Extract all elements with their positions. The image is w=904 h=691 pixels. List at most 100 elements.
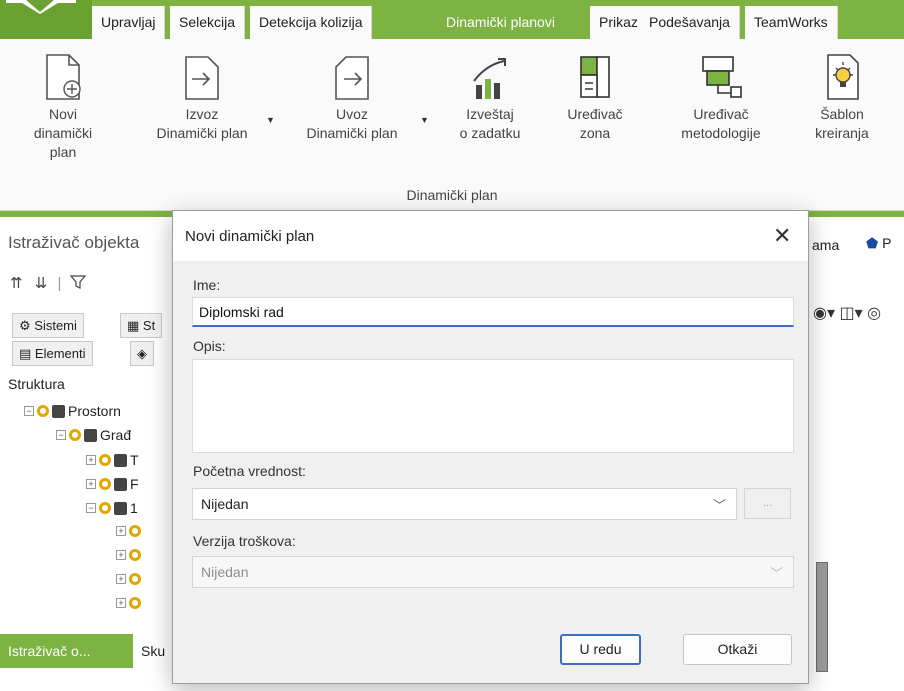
status-ring-icon — [37, 405, 49, 417]
filter-icon[interactable] — [69, 274, 86, 290]
import-plan-label: Uvoz Dinamički plan — [306, 106, 398, 141]
report-chart-icon — [473, 58, 506, 99]
status-ring-icon — [99, 478, 111, 490]
initial-value-label: Početna vrednost: — [193, 463, 306, 479]
zone-editor-button[interactable]: Uređivač zona — [554, 49, 636, 143]
zone-editor-label: Uređivač zona — [567, 106, 623, 141]
browse-button[interactable]: ... — [744, 488, 791, 519]
status-ring-icon — [129, 597, 141, 609]
chevron-down-icon: ﹀ — [712, 498, 726, 513]
task-report-button[interactable]: Izveštaj o zadatku — [447, 49, 533, 143]
tree-node[interactable]: + — [116, 573, 141, 585]
export-dropdown-icon[interactable]: ▼ — [266, 111, 275, 130]
status-ring-icon — [69, 429, 81, 441]
building-icon — [84, 428, 97, 442]
methodology-editor-button[interactable]: Uređivač metodologije — [666, 49, 776, 143]
app-logo-icon — [6, 0, 76, 14]
task-report-label: Izveštaj o zadatku — [459, 106, 521, 141]
tab-upravljaj[interactable]: Upravljaj — [92, 6, 166, 39]
explorer-tab-st[interactable]: ▦ St — [120, 313, 163, 338]
tab-selekcija[interactable]: Selekcija — [170, 6, 246, 39]
house-icon: ⬟ — [866, 235, 879, 251]
new-dynamic-plan-dialog: Novi dinamički plan ✕ Ime: Opis: Početna… — [172, 210, 809, 684]
expand-icon[interactable]: + — [86, 479, 96, 489]
methodology-editor-label: Uređivač metodologije — [681, 106, 761, 141]
expand-all-icon[interactable]: ⇈ — [10, 275, 23, 292]
import-icon — [335, 56, 369, 100]
name-field[interactable] — [192, 297, 794, 327]
tree-node[interactable]: − Građ — [56, 427, 131, 443]
creation-template-button[interactable]: Šablon kreiranja — [802, 49, 882, 143]
import-plan-button[interactable]: Uvoz Dinamički plan ▼ — [284, 49, 429, 143]
view-cube-icon[interactable]: ◉▾ — [813, 305, 835, 322]
explorer-toolbar: ⇈ ⇊ | — [10, 274, 86, 292]
cost-version-select[interactable]: Nijedan ﹀ — [192, 556, 794, 588]
structure-icon: ▦ — [127, 318, 140, 333]
export-plan-button[interactable]: Izvoz Dinamički plan ▼ — [132, 49, 275, 143]
expand-icon[interactable]: + — [116, 574, 126, 584]
dialog-titlebar: Novi dinamički plan ✕ — [173, 211, 808, 261]
tree-node[interactable]: + F — [86, 476, 139, 492]
status-ring-icon — [99, 502, 111, 514]
template-bulb-icon — [827, 54, 859, 100]
level-icon — [114, 453, 127, 467]
tab-teamworks[interactable]: TeamWorks — [745, 6, 838, 39]
tab-podesavanja[interactable]: Podešavanja — [640, 6, 740, 39]
right-tab-ama[interactable]: ama — [812, 237, 839, 253]
cost-version-label: Verzija troškova: — [193, 533, 296, 549]
initial-value-select[interactable]: Nijedan ﹀ — [192, 488, 737, 520]
tree-node[interactable]: + — [116, 525, 141, 537]
tree-node[interactable]: − 1 — [86, 500, 138, 516]
expand-icon[interactable]: + — [116, 598, 126, 608]
tree-node[interactable]: + — [116, 549, 141, 561]
orbit-icon[interactable]: ◎ — [867, 305, 881, 322]
tab-detekcija-kolizija[interactable]: Detekcija kolizija — [250, 6, 373, 39]
ok-button[interactable]: U redu — [560, 634, 641, 665]
collapse-all-icon[interactable]: ⇊ — [35, 275, 48, 292]
import-dropdown-icon[interactable]: ▼ — [420, 111, 429, 130]
name-label: Ime: — [193, 277, 221, 293]
status-ring-icon — [99, 454, 111, 466]
bottom-tab-sku[interactable]: Sku — [141, 634, 165, 668]
level-icon — [114, 477, 127, 491]
chevron-down-icon: ﹀ — [769, 566, 783, 581]
status-ring-icon — [129, 549, 141, 561]
export-plan-label: Izvoz Dinamički plan — [156, 106, 248, 141]
explorer-title: Istraživač objekta — [8, 233, 140, 252]
collapse-icon[interactable]: − — [24, 406, 34, 416]
explorer-tab-elementi[interactable]: ▤ Elementi — [12, 341, 93, 366]
gear-icon: ⚙ — [19, 318, 31, 333]
elements-icon: ▤ — [19, 346, 32, 361]
dialog-title: Novi dinamički plan — [185, 228, 315, 245]
export-icon — [185, 56, 219, 100]
explorer-tab-cube[interactable]: ◈ — [130, 341, 154, 366]
expand-icon[interactable]: + — [116, 526, 126, 536]
explorer-tab-sistemi[interactable]: ⚙ Sistemi — [12, 313, 84, 338]
expand-icon[interactable]: + — [116, 550, 126, 560]
close-icon[interactable]: ✕ — [773, 223, 791, 249]
bottom-tab-explorer[interactable]: Istraživač o... — [0, 634, 133, 668]
methodology-editor-icon — [702, 56, 742, 98]
new-plan-button[interactable]: Novi dinamički plan — [20, 49, 106, 162]
scroll-thumb[interactable] — [816, 562, 828, 672]
ribbon-panel: Novi dinamički plan Izvoz Dinamički plan… — [0, 39, 904, 211]
view-tools: ◉▾ ◫▾ ◎ — [813, 303, 881, 323]
tree-node[interactable]: − Prostorn — [24, 403, 121, 419]
expand-icon[interactable]: + — [86, 455, 96, 465]
tab-dinamicki-planovi[interactable]: Dinamički planovi — [437, 6, 564, 39]
box-view-icon[interactable]: ◫▾ — [839, 305, 862, 322]
cube-icon: ◈ — [137, 346, 147, 361]
tree-node[interactable]: + — [116, 597, 141, 609]
collapse-icon[interactable]: − — [56, 430, 66, 440]
model-icon — [52, 404, 65, 418]
tree-node[interactable]: + T — [86, 452, 139, 468]
zone-editor-icon — [580, 56, 610, 98]
right-tab-p[interactable]: ⬟ P — [866, 235, 891, 252]
description-field[interactable] — [192, 359, 794, 453]
creation-template-label: Šablon kreiranja — [815, 106, 869, 141]
collapse-icon[interactable]: − — [86, 503, 96, 513]
new-plan-label: Novi dinamički plan — [33, 106, 93, 160]
app-logo[interactable] — [0, 0, 92, 39]
tree-section-label: Struktura — [8, 376, 65, 392]
cancel-button[interactable]: Otkaži — [683, 634, 792, 665]
